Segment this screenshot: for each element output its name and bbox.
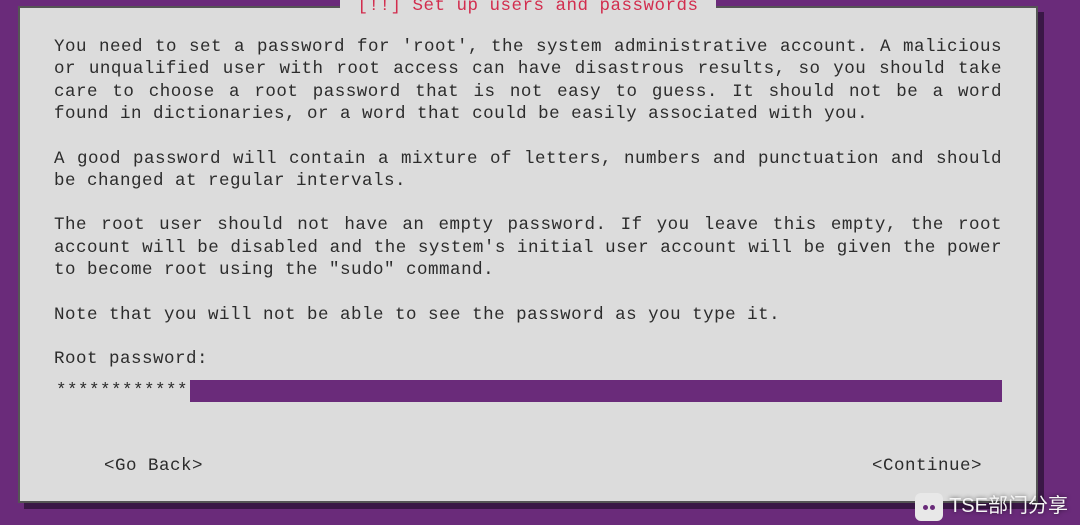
password-dialog: [!!] Set up users and passwords You need… (18, 6, 1038, 503)
body-paragraph: A good password will contain a mixture o… (54, 148, 1002, 193)
wechat-icon (915, 493, 943, 521)
body-paragraph: You need to set a password for 'root', t… (54, 36, 1002, 126)
go-back-button[interactable]: <Go Back> (54, 455, 203, 477)
password-mask: ************ (54, 380, 190, 402)
watermark: TSE部门分享 (915, 493, 1068, 521)
body-paragraph: The root user should not have an empty p… (54, 214, 1002, 281)
body-paragraph: Note that you will not be able to see th… (54, 304, 1002, 326)
installer-screen: [!!] Set up users and passwords You need… (0, 0, 1080, 525)
password-prompt: Root password: (54, 348, 1002, 370)
continue-button[interactable]: <Continue> (872, 455, 1002, 477)
dialog-title: [!!] Set up users and passwords (340, 0, 715, 17)
watermark-text: TSE部门分享 (949, 494, 1068, 520)
password-input[interactable]: ************ (54, 380, 1002, 402)
dialog-buttons: <Go Back> <Continue> (54, 455, 1002, 477)
dialog-title-wrap: [!!] Set up users and passwords (20, 0, 1036, 17)
dialog-body: You need to set a password for 'root', t… (54, 36, 1002, 402)
